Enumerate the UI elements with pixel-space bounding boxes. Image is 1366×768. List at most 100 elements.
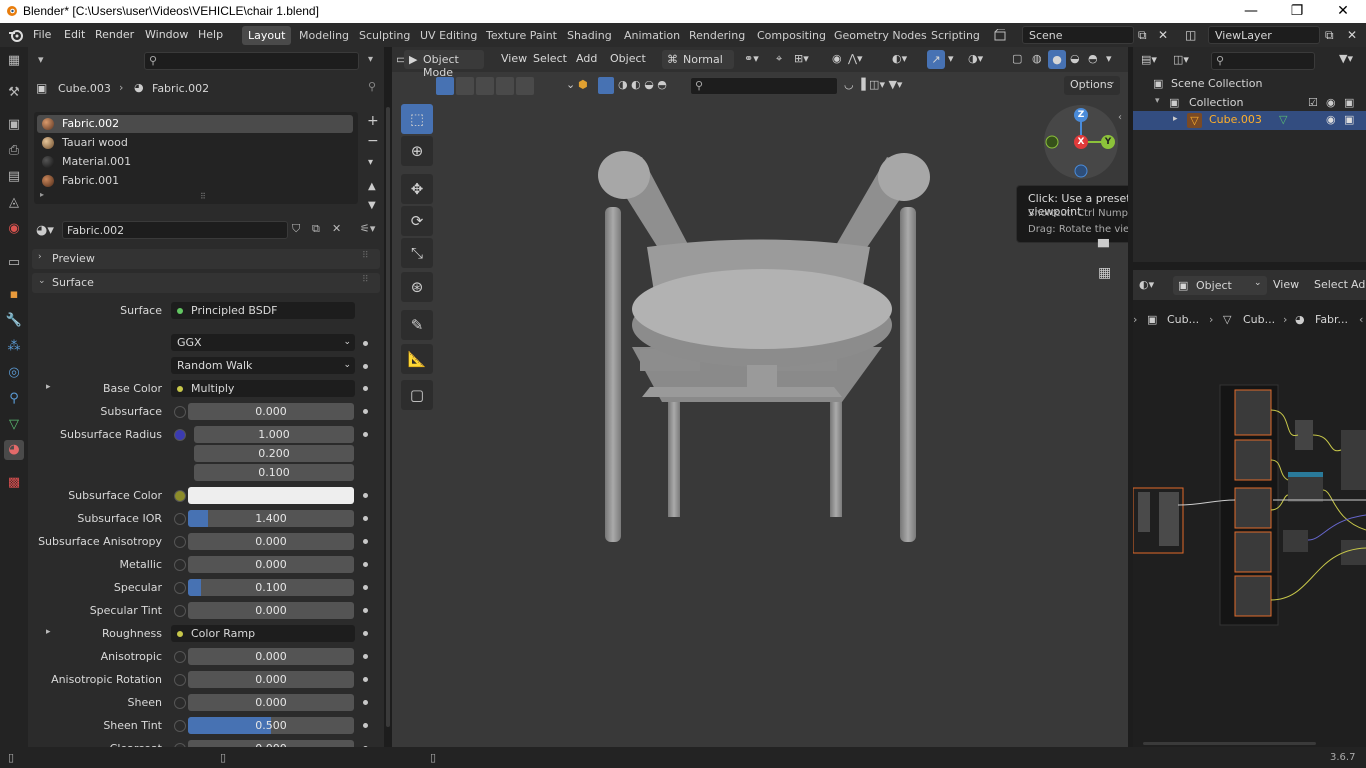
gizmo-x-axis[interactable]: X [1074,135,1088,149]
transform-tool[interactable]: ⊛ [401,272,433,302]
mode-dropdown[interactable]: ▶ Object Mode [404,50,484,79]
keyframe-dot[interactable] [363,654,368,659]
scene-icon[interactable] [994,28,1006,41]
node-link-icon[interactable]: ⚟▾ [360,222,375,235]
viewport-menu-object[interactable]: Object [605,50,651,68]
socket-link-icon[interactable] [174,513,186,525]
options-button[interactable]: Options ⌄ [1064,76,1120,95]
keyframe-dot[interactable] [363,409,368,414]
shading-options-icon[interactable]: ▾ [1106,52,1112,65]
workspace-tab-modeling[interactable]: Modeling [293,26,355,45]
socket-link-icon[interactable] [174,429,186,441]
camera-icon[interactable]: ▣ [1344,113,1354,126]
filter-icon[interactable]: ▼▾ [1339,52,1353,65]
subsurface-radius-component[interactable]: 1.000 [194,426,354,443]
keyframe-dot[interactable] [363,386,368,391]
view-layer-tab-icon[interactable]: ▤ [4,167,24,187]
keyframe-dot[interactable] [363,516,368,521]
distribution-dropdown[interactable]: GGX ⌄ [171,334,355,351]
sheen-tint-slider[interactable]: 0.500 [188,717,354,734]
specular-tint-slider[interactable]: 0.000 [188,602,354,619]
specular-slider[interactable]: 0.100 [188,579,354,596]
slot-menu-chevron-icon[interactable]: ▾ [368,157,373,168]
perspective-toggle-icon[interactable]: ▦ [1098,265,1111,281]
eye-icon[interactable]: ◉ [1326,113,1336,126]
cursor-tool[interactable]: ⊕ [401,136,433,166]
viewport-menu-select[interactable]: Select [528,50,572,68]
keyframe-dot[interactable] [363,562,368,567]
base-color-link-field[interactable]: Multiply [171,380,355,397]
resize-handle-icon[interactable]: ⠿ [200,192,206,201]
keyframe-dot[interactable] [363,608,368,613]
filter-buttons[interactable]: ◡ ▐ ◫▾ ▼▾ [844,78,902,91]
options-chevron-icon[interactable]: ▾ [368,54,373,65]
scene-selector[interactable]: Scene [1022,26,1134,44]
select-box-tool[interactable]: ⬚ [401,104,433,134]
horizontal-scrollbar[interactable] [1143,742,1316,745]
socket-link-icon[interactable] [174,490,186,502]
delete-scene-icon[interactable]: ✕ [1158,28,1172,42]
scrollbar-thumb[interactable] [386,107,390,727]
list-item[interactable]: Fabric.001 [37,172,353,190]
editor-type-icon[interactable]: ▦ [4,51,24,71]
annotate-tool[interactable]: ✎ [401,310,433,340]
keyframe-dot[interactable] [363,341,368,346]
modifier-tab-icon[interactable]: 🔧 [4,311,24,331]
data-tab-icon[interactable]: ▽ [4,415,24,435]
keyframe-dot[interactable] [363,493,368,498]
viewport-menu-add[interactable]: Add [571,50,602,68]
workspace-tab-rendering[interactable]: Rendering [683,26,751,45]
socket-link-icon[interactable] [174,536,186,548]
anisotropic-slider[interactable]: 0.000 [188,648,354,665]
duplicate-material-icon[interactable]: ⧉ [312,222,320,236]
add-cube-tool[interactable]: ▢ [401,380,433,410]
viewport-search-field[interactable]: ⚲ [690,77,838,95]
gizmo-z-axis[interactable]: Z [1074,108,1088,122]
keyframe-dot[interactable] [363,700,368,705]
expand-icon[interactable]: ▸ [1173,114,1178,124]
properties-scrollbar[interactable] [384,47,392,747]
subsurface-method-dropdown[interactable]: Random Walk ⌄ [171,357,355,374]
workspace-tab-geometry-nodes[interactable]: Geometry Nodes [828,26,933,45]
roughness-link-field[interactable]: Color Ramp [171,625,355,642]
surface-panel-header[interactable]: ⌄ Surface ⠿ [32,273,380,293]
include-checkbox[interactable]: ☑ [1308,96,1318,109]
material-name-field[interactable]: Fabric.002 [62,221,288,239]
select-extend-icon[interactable] [456,77,474,95]
snap-target-icon[interactable]: ⊞▾ [794,52,809,65]
pin-icon[interactable]: ⚲ [368,80,376,93]
subsurface-ior-slider[interactable]: 1.400 [188,510,354,527]
socket-link-icon[interactable] [174,406,186,418]
socket-link-icon[interactable] [174,697,186,709]
object-types-icon[interactable]: ⬢ [578,78,588,91]
expand-icon[interactable]: ▸ [46,382,51,392]
physics-tab-icon[interactable]: ◎ [4,363,24,383]
list-item[interactable]: Tauari wood [37,134,353,152]
new-scene-icon[interactable]: ⧉ [1138,28,1152,42]
preview-panel-header[interactable]: › Preview ⠿ [32,249,380,269]
sheen-slider[interactable]: 0.000 [188,694,354,711]
minimize-button[interactable]: — [1228,0,1274,23]
menu-render[interactable]: Render [90,26,139,44]
camera-view-icon[interactable]: ▀ [1098,240,1109,256]
viewport-menu-view[interactable]: View [496,50,532,68]
select-subtract-icon[interactable] [476,77,494,95]
texture-tab-icon[interactable]: ▩ [4,473,24,493]
view-layer-icon[interactable]: ◫ [1185,28,1199,42]
workspace-tab-compositing[interactable]: Compositing [751,26,832,45]
subsurface-slider[interactable]: 0.000 [188,403,354,420]
shader-node-editor[interactable]: ◐▾ ▣ Object ⌄ View Select Add › ▣ Cub...… [1133,270,1366,747]
workspace-tab-scripting[interactable]: Scripting [925,26,986,45]
select-intersect-icon[interactable] [516,77,534,95]
fake-user-icon[interactable]: ⛉ [292,222,300,236]
list-item[interactable]: Material.001 [37,153,353,171]
subsurface-color-swatch[interactable] [188,487,354,504]
socket-link-icon[interactable] [174,605,186,617]
snap-icon[interactable]: ⌖ [776,52,782,66]
pivot-point-icon[interactable]: ⚭▾ [744,52,759,65]
workspace-tab-animation[interactable]: Animation [618,26,686,45]
socket-link-icon[interactable] [174,674,186,686]
sidebar-toggle-icon[interactable]: ‹ [1359,313,1363,326]
menu-window[interactable]: Window [140,26,193,44]
material-shading-icon[interactable]: ◒ [1070,52,1080,65]
